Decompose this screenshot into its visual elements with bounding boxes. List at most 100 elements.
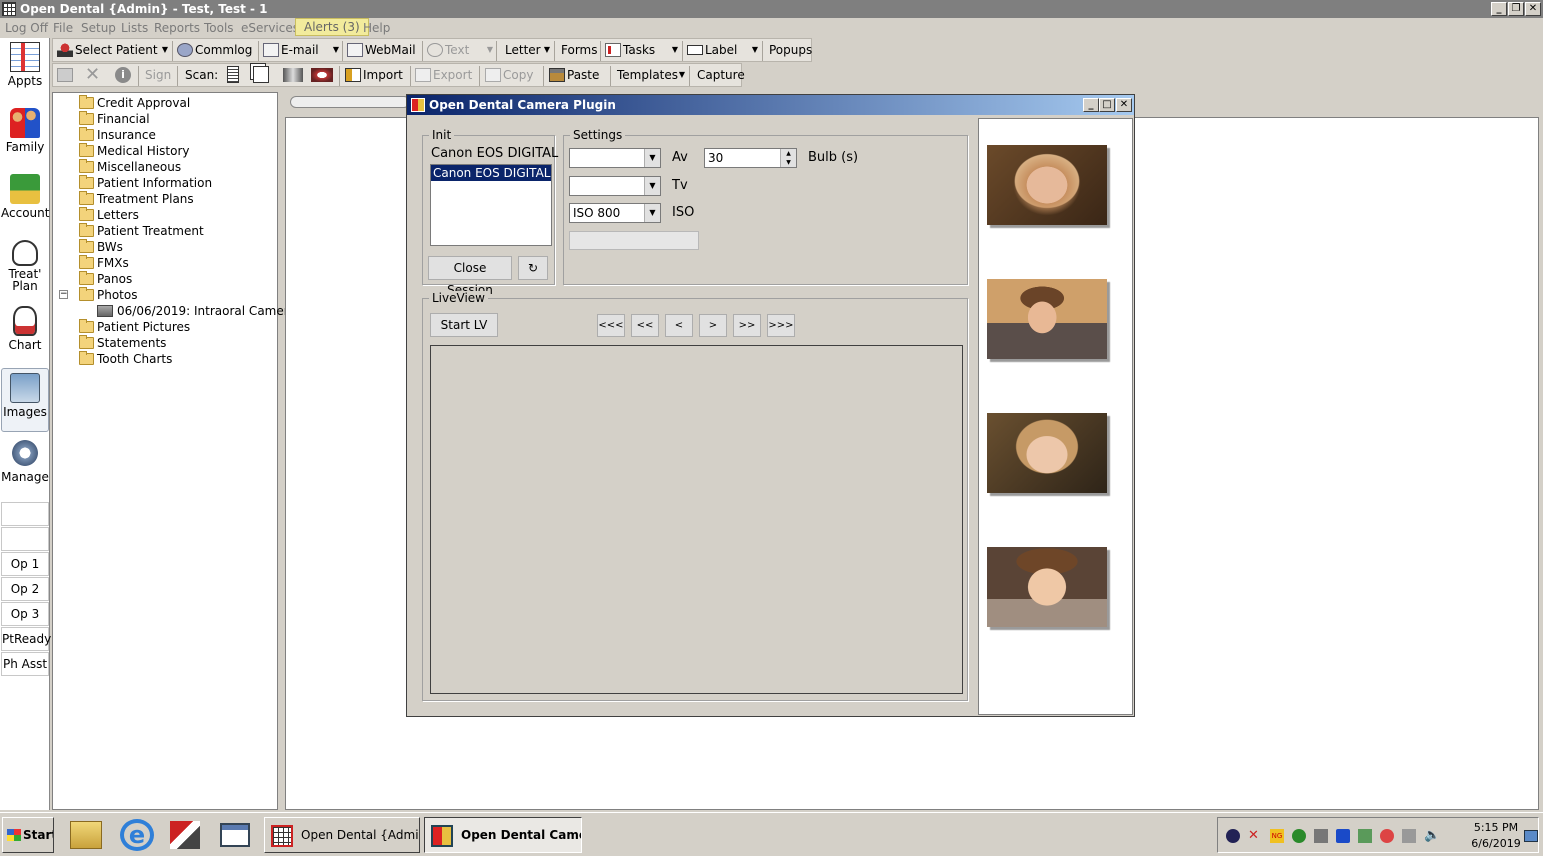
minimize-button[interactable]: _ (1491, 2, 1507, 16)
scan-multipage-button[interactable] (249, 64, 275, 86)
email-dropdown-icon[interactable]: ▼ (330, 39, 342, 61)
op-blank-2[interactable] (1, 527, 49, 551)
sign-button[interactable]: Sign (141, 64, 175, 86)
camera-list[interactable]: Canon EOS DIGITAL RE (430, 164, 552, 246)
tree-document[interactable]: 06/06/2019: Intraoral Camera (97, 303, 296, 319)
tree-folder[interactable]: Insurance (79, 127, 156, 143)
capture-button[interactable]: Capture (693, 64, 745, 86)
focus-far-3-button[interactable]: <<< (597, 314, 625, 337)
bulb-spinner[interactable]: 30 ▲ ▼ (704, 148, 797, 168)
tree-folder[interactable]: Medical History (79, 143, 189, 159)
copy-button[interactable]: Copy (481, 64, 541, 86)
focus-near-3-button[interactable]: >>> (767, 314, 795, 337)
dialog-close-button[interactable]: ✕ (1116, 98, 1132, 112)
tasks-button[interactable]: Tasks (601, 39, 671, 61)
menu-tools[interactable]: Tools (204, 21, 234, 35)
op-ptready[interactable]: PtReady (1, 627, 51, 651)
text-button[interactable]: Text (423, 39, 483, 61)
key-icon[interactable] (1226, 829, 1240, 843)
print-button[interactable] (53, 64, 79, 86)
tree-folder[interactable]: Miscellaneous (79, 159, 181, 175)
label-dropdown-icon[interactable]: ▼ (749, 39, 761, 61)
tree-folder[interactable]: Credit Approval (79, 95, 190, 111)
photo-thumbnail[interactable] (987, 547, 1107, 627)
dialog-minimize-button[interactable]: _ (1083, 98, 1099, 112)
tree-folder[interactable]: FMXs (79, 255, 129, 271)
menu-log-off[interactable]: Log Off (5, 21, 48, 35)
scan-xray-button[interactable] (279, 64, 305, 86)
security-alert-icon[interactable] (1380, 829, 1394, 843)
show-desktop-icon[interactable] (1524, 830, 1538, 842)
camera-list-item[interactable]: Canon EOS DIGITAL RE (431, 165, 551, 181)
close-button[interactable]: ✕ (1525, 2, 1541, 16)
tree-folder[interactable]: BWs (79, 239, 123, 255)
start-liveview-button[interactable]: Start LV (430, 313, 498, 337)
focus-near-1-button[interactable]: > (699, 314, 727, 337)
templates-button[interactable]: Templates (613, 64, 678, 86)
zoom-slider[interactable] (290, 96, 410, 108)
op-2[interactable]: Op 2 (1, 577, 49, 601)
menu-setup[interactable]: Setup (81, 21, 116, 35)
paste-button[interactable]: Paste (545, 64, 609, 86)
tree-folder[interactable]: Patient Treatment (79, 223, 204, 239)
op-1[interactable]: Op 1 (1, 552, 49, 576)
tree-folder[interactable]: Tooth Charts (79, 351, 172, 367)
close-session-button[interactable]: Close Session (428, 256, 512, 297)
shield-icon[interactable] (1292, 829, 1306, 843)
select-patient-dropdown-icon[interactable]: ▼ (159, 39, 171, 61)
tree-folder-photos[interactable]: Photos (79, 287, 137, 303)
templates-dropdown-icon[interactable]: ▼ (676, 64, 688, 86)
menu-reports[interactable]: Reports (154, 21, 200, 35)
letter-button[interactable]: Letter (501, 39, 541, 61)
focus-far-1-button[interactable]: < (665, 314, 693, 337)
photo-thumbnail[interactable] (987, 413, 1107, 493)
clock-time[interactable]: 5:15 PM (1472, 821, 1520, 834)
photo-thumbnail[interactable] (987, 145, 1107, 225)
module-chart[interactable]: Chart (1, 302, 49, 366)
delete-button[interactable]: ✕ (81, 64, 107, 86)
restore-button[interactable]: ❐ (1508, 2, 1524, 16)
op-blank-1[interactable] (1, 502, 49, 526)
tree-folder[interactable]: Panos (79, 271, 132, 287)
export-button[interactable]: Export (411, 64, 477, 86)
refresh-icon[interactable]: ↻ (518, 256, 548, 280)
scan-document-button[interactable] (223, 64, 247, 86)
letter-dropdown-icon[interactable]: ▼ (541, 39, 553, 61)
camera-icon[interactable] (1336, 829, 1350, 843)
module-account[interactable]: Account (1, 170, 49, 234)
menu-help[interactable]: Help (363, 21, 390, 35)
iso-select[interactable]: ISO 800 ▼ (569, 203, 661, 223)
label-button[interactable]: Label (683, 39, 745, 61)
vm-icon[interactable] (1314, 829, 1328, 843)
op-ph-asst[interactable]: Ph Asst (1, 652, 49, 676)
info-button[interactable]: i (111, 64, 137, 86)
import-button[interactable]: Import (341, 64, 409, 86)
taskbar-open-dental-main[interactable]: Open Dental {Admin}... (264, 817, 420, 853)
captured-photos-panel[interactable] (978, 118, 1133, 715)
menu-lists[interactable]: Lists (121, 21, 148, 35)
tree-folder[interactable]: Patient Pictures (79, 319, 190, 335)
scan-photo-button[interactable] (307, 64, 335, 86)
photo-thumbnail[interactable] (987, 279, 1107, 359)
op-3[interactable]: Op 3 (1, 602, 49, 626)
device-icon[interactable] (1402, 829, 1416, 843)
module-manage[interactable]: Manage (1, 434, 49, 498)
av-select[interactable]: ▼ (569, 148, 661, 168)
tree-folder[interactable]: Treatment Plans (79, 191, 194, 207)
internet-explorer-icon[interactable]: e (120, 819, 154, 851)
spinner-arrows-icon[interactable]: ▲ ▼ (780, 149, 796, 167)
ng-icon[interactable]: NG (1270, 829, 1284, 843)
image-category-tree[interactable]: Credit Approval Financial Insurance Medi… (52, 92, 296, 810)
module-appts[interactable]: Appts (1, 38, 49, 102)
module-family[interactable]: Family (1, 104, 49, 168)
clock-date[interactable]: 6/6/2019 (1468, 837, 1524, 850)
taskbar-camera-plugin[interactable]: Open Dental Came... (424, 817, 582, 853)
computer-window-icon[interactable] (220, 823, 250, 847)
webmail-button[interactable]: WebMail (343, 39, 421, 61)
focus-far-2-button[interactable]: << (631, 314, 659, 337)
forms-button[interactable]: Forms (557, 39, 601, 61)
popups-button[interactable]: Popups (765, 39, 813, 61)
text-dropdown-icon[interactable]: ▼ (484, 39, 496, 61)
tree-folder[interactable]: Patient Information (79, 175, 212, 191)
tree-folder[interactable]: Letters (79, 207, 139, 223)
